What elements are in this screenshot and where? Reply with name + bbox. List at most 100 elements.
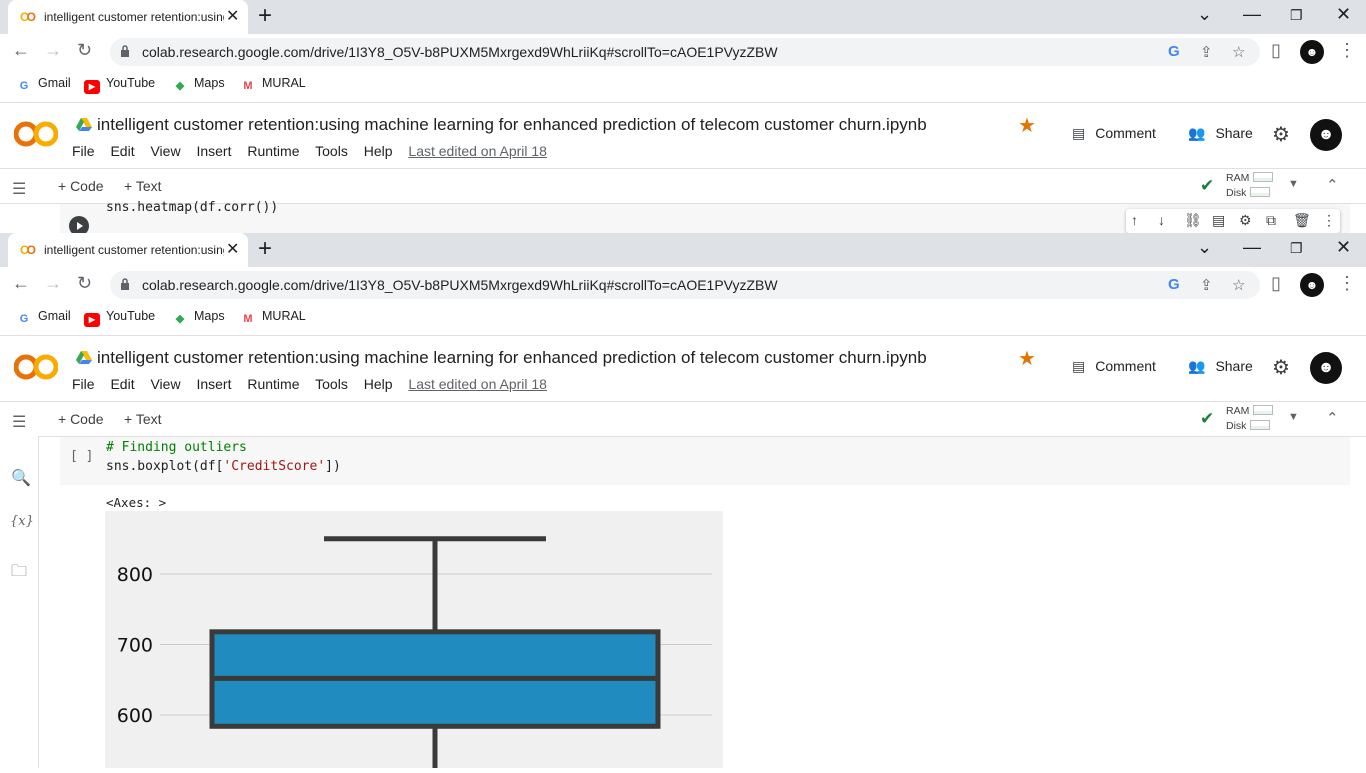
- cell-execution-count[interactable]: [ ]: [70, 449, 93, 464]
- close-tab-icon[interactable]: ✕: [226, 239, 239, 259]
- menu-help[interactable]: Help: [364, 143, 393, 159]
- restore-button[interactable]: ❐: [1290, 7, 1303, 24]
- bookmark-gmail[interactable]: G Gmail: [16, 76, 71, 93]
- move-down-icon[interactable]: ↓: [1158, 212, 1165, 228]
- menu-help[interactable]: Help: [364, 376, 393, 392]
- runtime-dropdown-icon[interactable]: ▼: [1288, 178, 1299, 190]
- new-tab-button[interactable]: +: [258, 3, 272, 29]
- star-icon[interactable]: ★: [1018, 346, 1036, 371]
- delete-icon[interactable]: 🗑: [1293, 212, 1311, 229]
- menu-edit[interactable]: Edit: [110, 376, 134, 392]
- share-page-icon[interactable]: ⇪: [1200, 276, 1213, 294]
- settings-gear-icon[interactable]: ⚙: [1272, 122, 1290, 147]
- profile-avatar[interactable]: ☻: [1300, 273, 1324, 297]
- menu-runtime[interactable]: Runtime: [247, 143, 299, 159]
- menu-edit[interactable]: Edit: [110, 143, 134, 159]
- resource-indicator[interactable]: RAM Disk: [1226, 404, 1274, 434]
- add-code-button[interactable]: + Code: [58, 411, 104, 427]
- settings-gear-icon[interactable]: ⚙: [1272, 355, 1290, 380]
- notebook-title[interactable]: intelligent customer retention:using mac…: [76, 348, 927, 368]
- share-page-icon[interactable]: ⇪: [1200, 43, 1213, 61]
- resource-indicator[interactable]: RAM Disk: [1226, 171, 1274, 201]
- menu-tools[interactable]: Tools: [315, 143, 348, 159]
- menu-file[interactable]: File: [72, 376, 95, 392]
- share-button[interactable]: 👥 Share: [1188, 125, 1253, 142]
- bookmark-maps[interactable]: ◆ Maps: [172, 76, 225, 93]
- cell-settings-icon[interactable]: ⚙: [1239, 212, 1252, 229]
- menu-insert[interactable]: Insert: [196, 376, 231, 392]
- close-window-button[interactable]: ✕: [1336, 4, 1351, 25]
- user-avatar[interactable]: ☻: [1310, 352, 1342, 384]
- back-arrow-icon[interactable]: ←: [12, 40, 30, 61]
- google-icon[interactable]: G: [1168, 276, 1180, 293]
- menu-bar: File Edit View Insert Runtime Tools Help…: [72, 376, 559, 392]
- close-tab-icon[interactable]: ✕: [226, 6, 239, 26]
- more-options-icon[interactable]: ⋮: [1322, 212, 1336, 229]
- minimize-button[interactable]: —: [1243, 4, 1261, 25]
- comment-cell-icon[interactable]: ▤: [1212, 212, 1225, 229]
- runtime-dropdown-icon[interactable]: ▼: [1288, 411, 1299, 423]
- menu-view[interactable]: View: [150, 143, 180, 159]
- menu-runtime[interactable]: Runtime: [247, 376, 299, 392]
- menu-tools[interactable]: Tools: [315, 376, 348, 392]
- last-edited-link[interactable]: Last edited on April 18: [408, 143, 547, 159]
- browser-tab[interactable]: CO intelligent customer retention:using …: [8, 0, 248, 34]
- forward-arrow-icon[interactable]: →: [44, 273, 62, 294]
- side-panel-icon[interactable]: ▯: [1271, 273, 1281, 294]
- add-text-button[interactable]: + Text: [124, 178, 162, 194]
- bookmark-youtube[interactable]: ▶ YouTube: [84, 76, 155, 94]
- address-bar[interactable]: colab.research.google.com/drive/1I3Y8_O5…: [110, 38, 1260, 66]
- notebook-title[interactable]: intelligent customer retention:using mac…: [76, 115, 927, 135]
- comment-button[interactable]: ▤ Comment: [1072, 125, 1156, 142]
- browser-menu-icon[interactable]: ⋮: [1338, 40, 1356, 61]
- cell-toolbar: ☰ + Code + Text ✔ RAM Disk ▼ ⌃: [0, 401, 1366, 437]
- google-icon[interactable]: G: [1168, 43, 1180, 60]
- add-code-button[interactable]: + Code: [58, 178, 104, 194]
- minimize-button[interactable]: —: [1243, 237, 1261, 258]
- files-folder-icon[interactable]: 🗀: [11, 560, 27, 587]
- mirror-cell-icon[interactable]: ⧉: [1266, 212, 1276, 229]
- table-of-contents-icon[interactable]: ☰: [12, 412, 26, 432]
- new-tab-button[interactable]: +: [258, 236, 272, 262]
- people-icon: 👥: [1188, 358, 1206, 374]
- restore-button[interactable]: ❐: [1290, 240, 1303, 257]
- comment-button[interactable]: ▤ Comment: [1072, 358, 1156, 375]
- link-icon[interactable]: ⛓: [1184, 212, 1202, 229]
- user-avatar[interactable]: ☻: [1310, 119, 1342, 151]
- reload-icon[interactable]: ↻: [77, 273, 92, 294]
- side-panel-icon[interactable]: ▯: [1271, 40, 1281, 61]
- menu-insert[interactable]: Insert: [196, 143, 231, 159]
- table-of-contents-icon[interactable]: ☰: [12, 179, 26, 199]
- bookmark-youtube[interactable]: ▶ YouTube: [84, 309, 155, 327]
- share-button[interactable]: 👥 Share: [1188, 358, 1253, 375]
- variables-icon[interactable]: {x}: [10, 514, 34, 529]
- bookmark-star-icon[interactable]: ☆: [1232, 43, 1245, 61]
- close-window-button[interactable]: ✕: [1336, 237, 1351, 258]
- tab-search-icon[interactable]: ⌄: [1197, 4, 1212, 25]
- bookmark-mural[interactable]: M MURAL: [240, 309, 305, 326]
- star-icon[interactable]: ★: [1018, 113, 1036, 138]
- bookmark-star-icon[interactable]: ☆: [1232, 276, 1245, 294]
- profile-avatar[interactable]: ☻: [1300, 40, 1324, 64]
- collapse-header-icon[interactable]: ⌃: [1326, 409, 1339, 427]
- back-arrow-icon[interactable]: ←: [12, 273, 30, 294]
- last-edited-link[interactable]: Last edited on April 18: [408, 376, 547, 392]
- bookmark-mural[interactable]: M MURAL: [240, 76, 305, 93]
- move-up-icon[interactable]: ↑: [1131, 212, 1138, 228]
- reload-icon[interactable]: ↻: [77, 40, 92, 61]
- menu-file[interactable]: File: [72, 143, 95, 159]
- code-cell[interactable]: [ ] # Finding outliers sns.boxplot(df['C…: [60, 437, 1350, 485]
- search-icon[interactable]: 🔍: [11, 468, 31, 488]
- address-bar[interactable]: colab.research.google.com/drive/1I3Y8_O5…: [110, 271, 1260, 299]
- browser-menu-icon[interactable]: ⋮: [1338, 273, 1356, 294]
- tab-search-icon[interactable]: ⌄: [1197, 237, 1212, 258]
- collapse-header-icon[interactable]: ⌃: [1326, 176, 1339, 194]
- add-text-button[interactable]: + Text: [124, 411, 162, 427]
- forward-arrow-icon[interactable]: →: [44, 40, 62, 61]
- code-line[interactable]: sns.heatmap(df.corr()): [106, 200, 278, 215]
- bookmark-gmail[interactable]: G Gmail: [16, 309, 71, 326]
- menu-view[interactable]: View: [150, 376, 180, 392]
- browser-tab[interactable]: CO intelligent customer retention:using …: [8, 233, 248, 267]
- run-cell-button[interactable]: [69, 216, 89, 233]
- bookmark-maps[interactable]: ◆ Maps: [172, 309, 225, 326]
